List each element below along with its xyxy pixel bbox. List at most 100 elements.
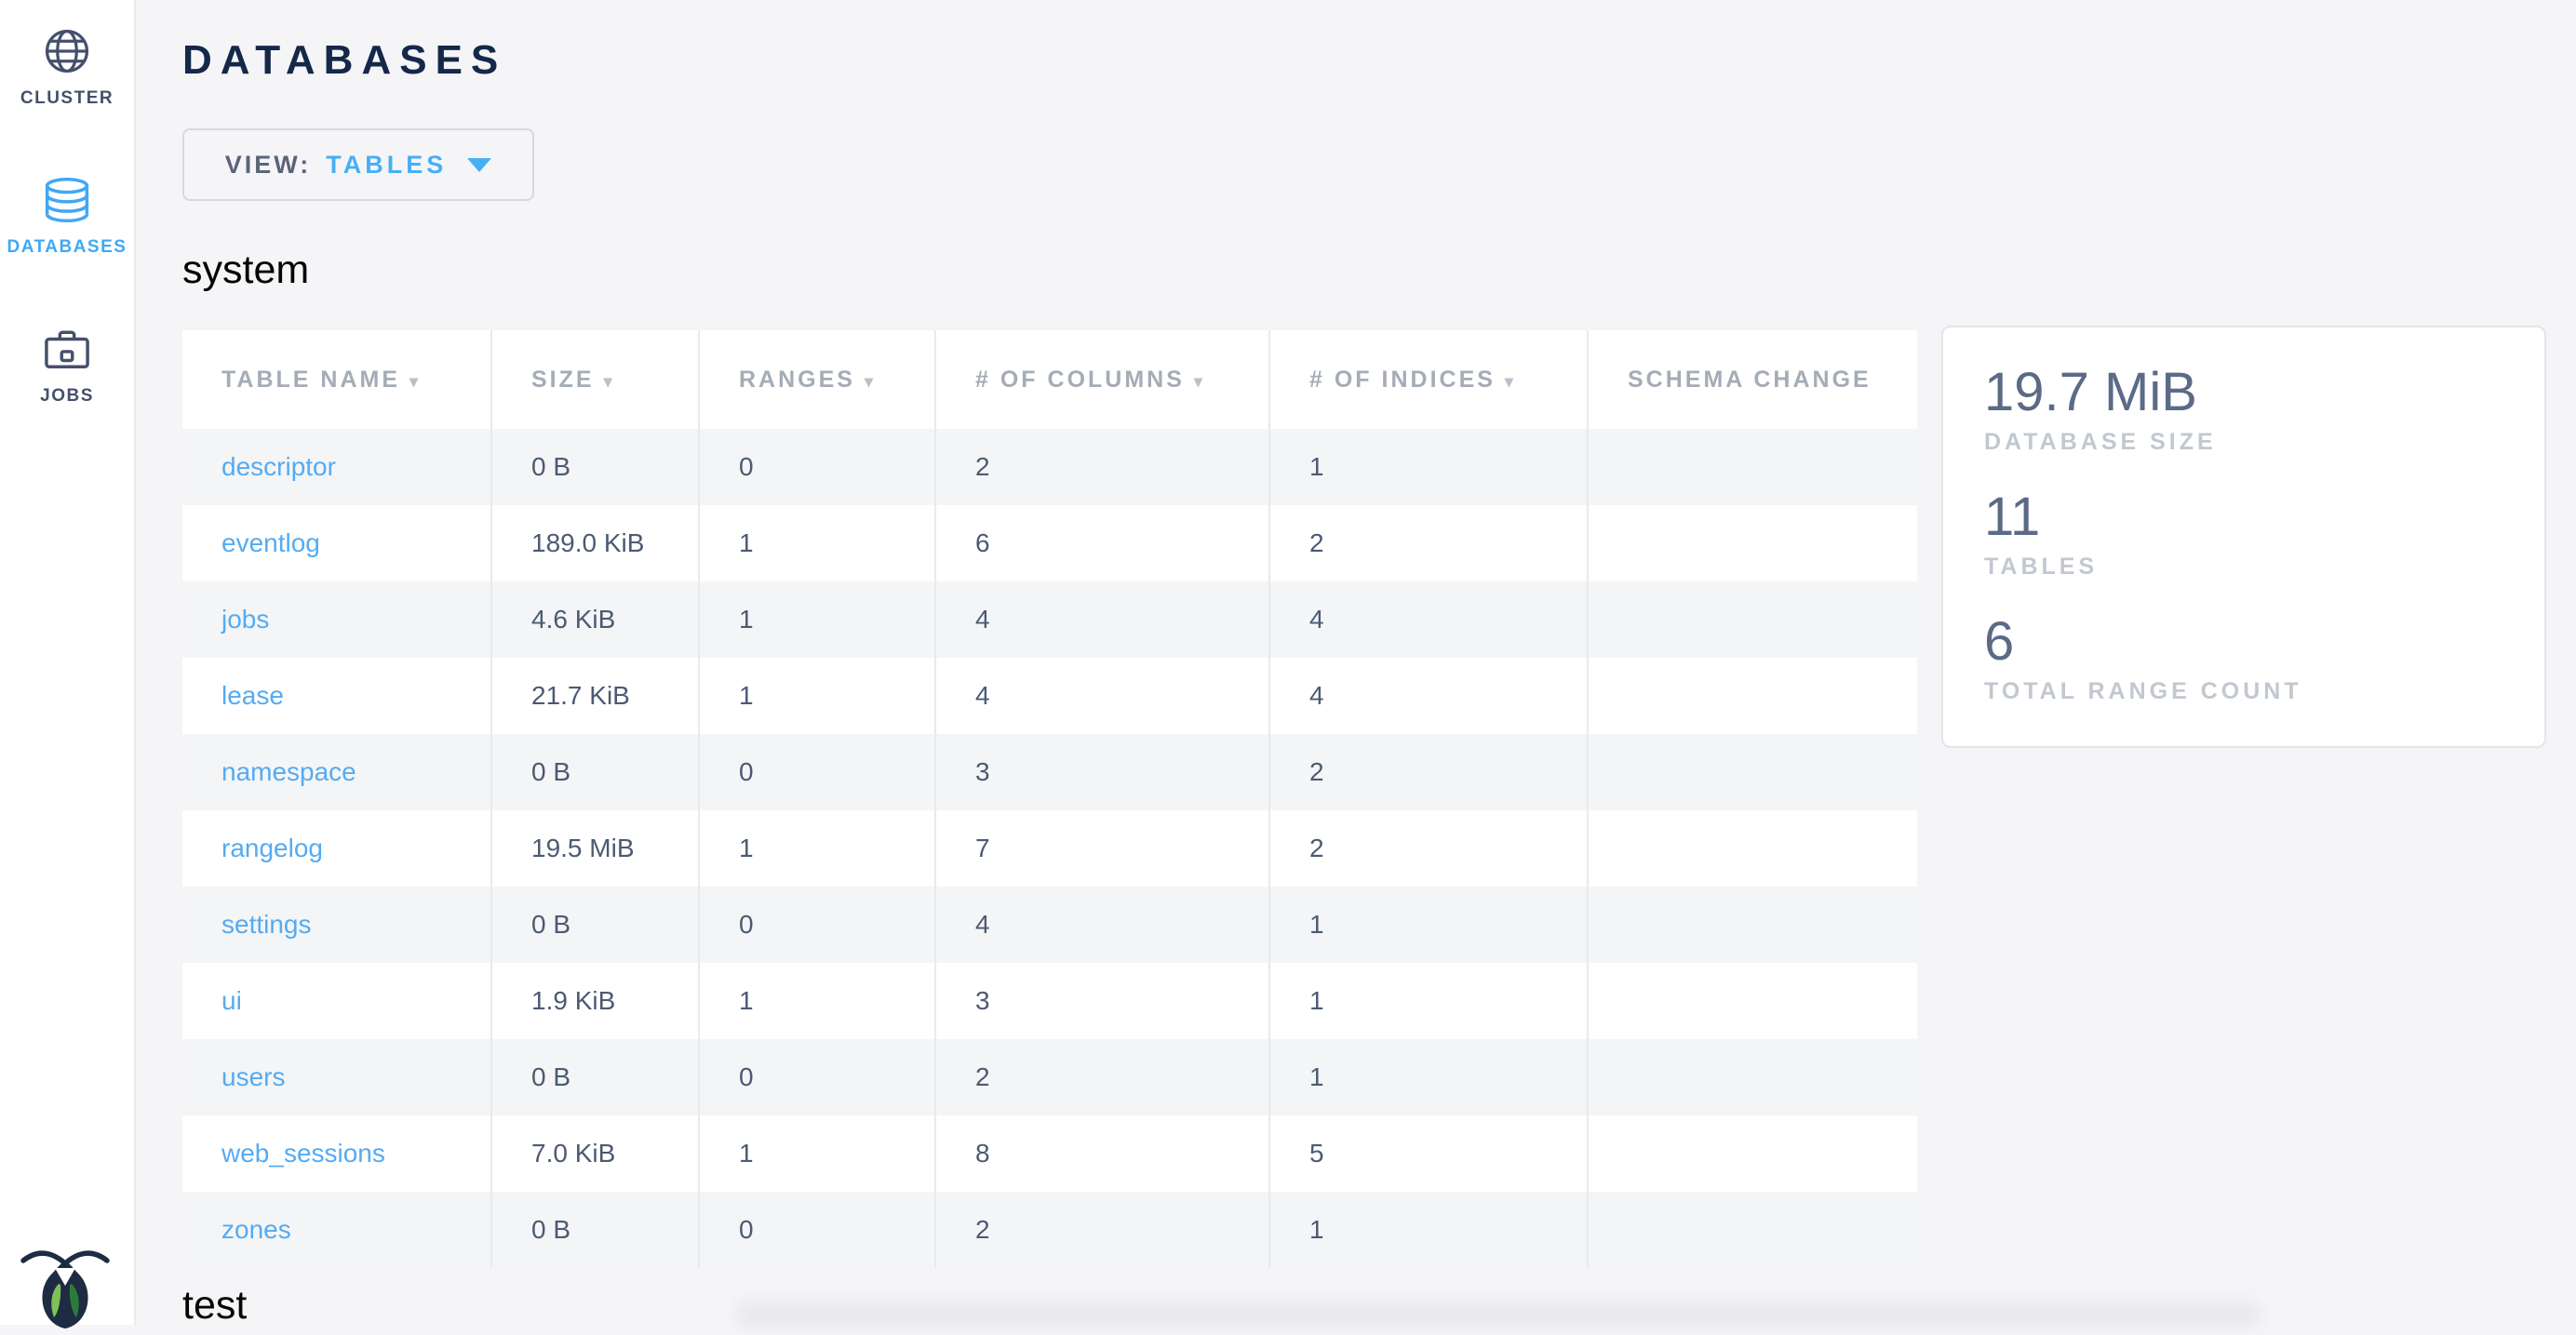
table-cell-schema_change	[1588, 581, 1917, 658]
sidebar-item-label: JOBS	[40, 386, 94, 407]
table-row: eventlog189.0 KiB162	[182, 505, 1917, 581]
table-cell-columns: 3	[935, 963, 1269, 1039]
table-name-link[interactable]: descriptor	[221, 452, 336, 481]
table-name-link[interactable]: ui	[221, 986, 242, 1015]
table-cell-schema_change	[1588, 810, 1917, 887]
table-cell-indices: 1	[1269, 887, 1588, 963]
table-cell-columns: 4	[935, 658, 1269, 734]
table-cell-schema_change	[1588, 1192, 1917, 1268]
sidebar-item-label: CLUSTER	[20, 88, 114, 109]
table-cell-ranges: 0	[699, 734, 935, 810]
table-cell-size: 21.7 KiB	[491, 658, 699, 734]
table-cell-ranges: 1	[699, 963, 935, 1039]
stat-tables: 11 TABLES	[1984, 489, 2503, 581]
stat-label: DATABASE SIZE	[1984, 429, 2503, 456]
stat-value: 19.7 MiB	[1984, 365, 2503, 421]
table-cell-columns: 7	[935, 810, 1269, 887]
view-selector-value: TABLES	[326, 151, 447, 180]
table-cell-schema_change	[1588, 1039, 1917, 1115]
table-cell-size: 7.0 KiB	[491, 1115, 699, 1192]
table-row: settings0 B041	[182, 887, 1917, 963]
table-name-cell: descriptor	[182, 429, 491, 505]
table-cell-schema_change	[1588, 734, 1917, 810]
column-header-size[interactable]: SIZE▾	[491, 330, 699, 429]
table-cell-ranges: 0	[699, 429, 935, 505]
database-system-section: TABLE NAME▾ SIZE▾ RANGES▾ # OF COLUMNS▾ …	[182, 330, 2576, 1268]
stat-database-size: 19.7 MiB DATABASE SIZE	[1984, 365, 2503, 456]
table-name-cell: zones	[182, 1192, 491, 1268]
table-row: web_sessions7.0 KiB185	[182, 1115, 1917, 1192]
table-cell-indices: 1	[1269, 963, 1588, 1039]
sidebar-item-cluster[interactable]: CLUSTER	[0, 28, 134, 109]
sidebar-item-jobs[interactable]: JOBS	[0, 327, 134, 407]
table-cell-columns: 2	[935, 429, 1269, 505]
table-name-link[interactable]: users	[221, 1062, 285, 1091]
sort-caret-icon: ▾	[409, 372, 421, 391]
table-cell-columns: 3	[935, 734, 1269, 810]
table-cell-size: 0 B	[491, 1192, 699, 1268]
table-cell-indices: 1	[1269, 429, 1588, 505]
database-section-heading-system: system	[182, 247, 2576, 293]
table-row: namespace0 B032	[182, 734, 1917, 810]
database-section-heading-test: test	[182, 1283, 2576, 1328]
table-name-link[interactable]: eventlog	[221, 528, 320, 557]
table-cell-size: 0 B	[491, 1039, 699, 1115]
table-row: rangelog19.5 MiB172	[182, 810, 1917, 887]
sort-caret-icon: ▾	[1505, 372, 1516, 391]
table-cell-schema_change	[1588, 887, 1917, 963]
column-header-schema-change: SCHEMA CHANGE	[1588, 330, 1917, 429]
table-name-cell: settings	[182, 887, 491, 963]
sidebar-item-databases[interactable]: DATABASES	[0, 177, 134, 258]
table-cell-ranges: 1	[699, 1115, 935, 1192]
stat-label: TOTAL RANGE COUNT	[1984, 678, 2503, 705]
table-name-link[interactable]: settings	[221, 910, 312, 939]
globe-icon	[44, 28, 90, 79]
sidebar-item-label: DATABASES	[7, 237, 127, 258]
column-header-columns[interactable]: # OF COLUMNS▾	[935, 330, 1269, 429]
stat-value: 6	[1984, 614, 2503, 671]
table-cell-size: 0 B	[491, 429, 699, 505]
table-name-link[interactable]: namespace	[221, 757, 356, 786]
table-cell-schema_change	[1588, 658, 1917, 734]
table-name-link[interactable]: rangelog	[221, 834, 323, 862]
sort-caret-icon: ▾	[1194, 372, 1205, 391]
table-name-link[interactable]: web_sessions	[221, 1139, 385, 1168]
table-name-cell: eventlog	[182, 505, 491, 581]
table-cell-columns: 8	[935, 1115, 1269, 1192]
table-cell-ranges: 1	[699, 581, 935, 658]
column-header-ranges[interactable]: RANGES▾	[699, 330, 935, 429]
table-row: users0 B021	[182, 1039, 1917, 1115]
table-header-row: TABLE NAME▾ SIZE▾ RANGES▾ # OF COLUMNS▾ …	[182, 330, 1917, 429]
sidebar: CLUSTER DATABASES JOBS	[0, 0, 136, 1325]
column-header-table-name[interactable]: TABLE NAME▾	[182, 330, 491, 429]
stat-value: 11	[1984, 489, 2503, 546]
column-header-indices[interactable]: # OF INDICES▾	[1269, 330, 1588, 429]
table-cell-indices: 2	[1269, 734, 1588, 810]
table-cell-indices: 4	[1269, 658, 1588, 734]
table-row: zones0 B021	[182, 1192, 1917, 1268]
table-cell-size: 189.0 KiB	[491, 505, 699, 581]
cockroach-bug-icon	[15, 1226, 115, 1335]
table-name-link[interactable]: jobs	[221, 605, 269, 634]
view-selector-label: VIEW:	[225, 151, 312, 180]
table-row: ui1.9 KiB131	[182, 963, 1917, 1039]
view-selector-dropdown[interactable]: VIEW: TABLES	[182, 128, 534, 201]
table-cell-columns: 6	[935, 505, 1269, 581]
table-cell-columns: 2	[935, 1192, 1269, 1268]
table-cell-indices: 4	[1269, 581, 1588, 658]
table-cell-schema_change	[1588, 505, 1917, 581]
table-name-link[interactable]: lease	[221, 681, 284, 710]
table-name-cell: jobs	[182, 581, 491, 658]
table-name-cell: users	[182, 1039, 491, 1115]
table-name-cell: lease	[182, 658, 491, 734]
table-name-cell: web_sessions	[182, 1115, 491, 1192]
table-cell-schema_change	[1588, 429, 1917, 505]
table-cell-schema_change	[1588, 1115, 1917, 1192]
briefcase-icon	[44, 327, 90, 377]
table-name-link[interactable]: zones	[221, 1215, 291, 1244]
table-row: jobs4.6 KiB144	[182, 581, 1917, 658]
sort-caret-icon: ▾	[865, 372, 876, 391]
page-title: DATABASES	[182, 37, 2576, 84]
table-cell-ranges: 0	[699, 887, 935, 963]
table-cell-columns: 2	[935, 1039, 1269, 1115]
